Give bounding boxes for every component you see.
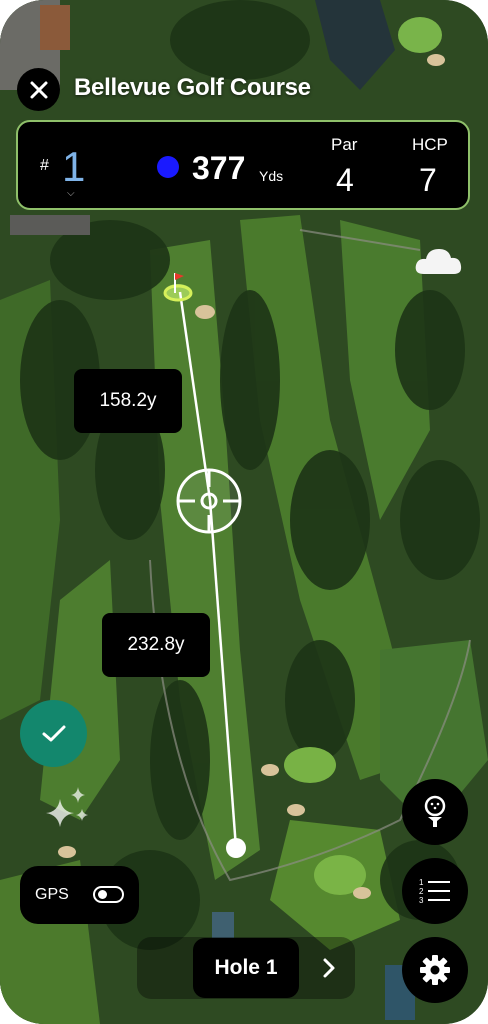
distance-unit: Yds xyxy=(259,168,284,184)
next-hole-button[interactable] xyxy=(312,950,346,986)
golf-ball-tee-icon xyxy=(424,795,446,827)
flag-icon[interactable] xyxy=(162,270,196,304)
gps-toggle-control[interactable]: GPS xyxy=(20,866,139,924)
crosshair-icon[interactable] xyxy=(175,467,243,535)
distance-dot-icon xyxy=(157,156,179,178)
hole-number-selector[interactable]: 1 xyxy=(62,144,85,190)
sparkle-icon[interactable] xyxy=(46,785,92,831)
close-button[interactable] xyxy=(17,68,60,111)
app-screen: Bellevue Golf Course # 1 ⌵ 377 Yds Par 4… xyxy=(0,0,488,1024)
tee-shot-button[interactable] xyxy=(402,779,468,845)
par-label: Par xyxy=(331,135,358,154)
hole-info-card: # 1 ⌵ 377 Yds Par 4 HCP 7 xyxy=(16,120,470,210)
hole-hash: # xyxy=(40,157,49,174)
svg-text:3: 3 xyxy=(419,896,424,905)
distance-value: 377 xyxy=(192,150,246,186)
course-title: Bellevue Golf Course xyxy=(74,74,311,101)
gear-icon xyxy=(420,955,450,985)
hcp-value: 7 xyxy=(419,162,437,198)
close-icon xyxy=(30,81,47,98)
gps-toggle-switch[interactable] xyxy=(93,886,124,903)
gps-label: GPS xyxy=(35,886,69,903)
toggle-knob xyxy=(98,890,107,899)
numbered-list-icon: 1 2 3 xyxy=(419,878,450,905)
distance-to-target-label: 158.2y xyxy=(74,369,182,433)
par-value: 4 xyxy=(336,162,354,198)
scorecard-button[interactable]: 1 2 3 xyxy=(402,858,468,924)
svg-text:1: 1 xyxy=(419,878,424,887)
check-icon xyxy=(42,725,65,741)
current-hole-button[interactable]: Hole 1 xyxy=(193,938,299,998)
cloud-icon xyxy=(415,249,462,274)
player-position-dot[interactable] xyxy=(226,838,246,858)
chevron-down-icon[interactable]: ⌵ xyxy=(67,188,75,199)
settings-button[interactable] xyxy=(402,937,468,1003)
chevron-right-icon xyxy=(323,958,335,978)
distance-from-player-label: 232.8y xyxy=(102,613,210,677)
hcp-label: HCP xyxy=(412,135,448,154)
svg-text:2: 2 xyxy=(419,887,424,896)
confirm-button[interactable] xyxy=(20,700,87,767)
